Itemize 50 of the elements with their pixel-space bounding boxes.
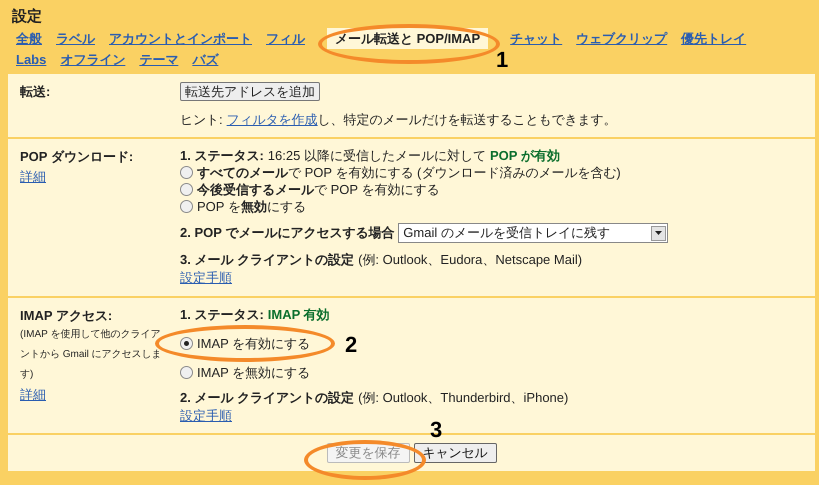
radio-label: 今後受信するメールで POP を有効にする [197, 181, 440, 198]
section-label: POP ダウンロード: [20, 148, 134, 166]
client-label: 2. メール クライアントの設定 [180, 388, 354, 406]
setup-link[interactable]: 設定手順 [180, 408, 232, 422]
radio-label: IMAP を有効にする [197, 334, 310, 352]
settings-tab[interactable]: 優先トレイ [681, 28, 746, 49]
radio-button[interactable] [180, 336, 193, 350]
details-link[interactable]: 詳細 [20, 387, 46, 402]
status-label: 1. ステータス: [180, 147, 264, 164]
client-examples: (例: Outlook、Thunderbird、iPhone) [358, 388, 568, 406]
access-label: 2. POP でメールにアクセスする場合 [180, 224, 394, 242]
annotation-number: 3 [430, 418, 442, 442]
annotation-number: 2 [345, 332, 358, 356]
page-title: 設定 [10, 7, 43, 27]
status-value: POP が有効 [490, 147, 560, 164]
annotation-number: 1 [496, 48, 508, 72]
section-label: IMAP アクセス: [20, 306, 114, 324]
section-label: 転送: [20, 84, 50, 99]
status-value: IMAP 有効 [268, 306, 330, 322]
settings-tab[interactable]: テーマ [139, 49, 178, 70]
radio-button[interactable] [180, 366, 193, 378]
settings-tab[interactable]: フィル [266, 28, 305, 49]
settings-tab[interactable]: メール転送と POP/IMAP [327, 28, 488, 49]
settings-tab[interactable]: ウェブクリップ [576, 28, 668, 49]
add-forwarding-button[interactable]: 転送先アドレスを追加 [180, 82, 320, 101]
radio-label: IMAP を無効にする [197, 364, 310, 380]
settings-tab[interactable]: バズ [192, 49, 218, 70]
hint-text: し、特定のメールだけを転送することもできます。 [318, 110, 617, 128]
radio-label: すべてのメールで POP を有効にする (ダウンロード済みのメールを含む) [197, 164, 621, 181]
settings-tab[interactable]: チャット [510, 28, 562, 49]
details-link[interactable]: 詳細 [20, 168, 46, 184]
radio-button[interactable] [180, 200, 193, 213]
radio-button[interactable] [180, 183, 193, 196]
client-examples: (例: Outlook、Eudora、Netscape Mail) [358, 251, 582, 268]
settings-tab[interactable]: 全般 [16, 28, 42, 49]
status-text: 16:25 以降に受信したメールに対して [268, 147, 486, 164]
setup-link[interactable]: 設定手順 [180, 270, 232, 285]
settings-tab[interactable]: アカウントとインポート [109, 28, 252, 49]
client-label: 3. メール クライアントの設定 [180, 251, 354, 268]
status-label: 1. ステータス: [180, 306, 264, 322]
radio-button[interactable] [180, 166, 193, 179]
settings-tab[interactable]: Labs [16, 49, 46, 70]
access-dropdown[interactable]: Gmail のメールを受信トレイに残す [398, 223, 668, 243]
action-button[interactable]: キャンセル [414, 443, 496, 463]
radio-label: POP を無効にする [197, 198, 306, 215]
settings-tab[interactable]: オフライン [60, 49, 126, 70]
hint-label: ヒント: [180, 110, 223, 128]
create-filter-link[interactable]: フィルタを作成 [226, 110, 318, 129]
imap-note: (IMAP を使用して他のクライアントから Gmail にアクセスします) [20, 328, 163, 382]
settings-tab[interactable]: ラベル [56, 28, 95, 49]
